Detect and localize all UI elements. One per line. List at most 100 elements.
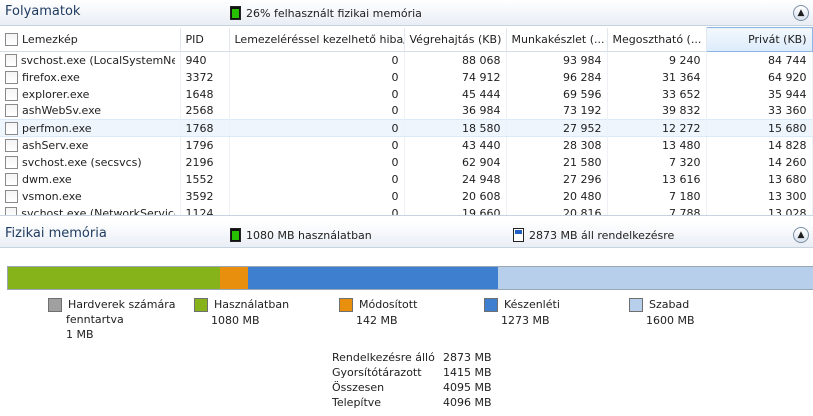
private-cell: 84 744: [706, 51, 813, 69]
shareable-cell: 39 832: [607, 102, 707, 120]
column-header-working-set[interactable]: Munkakészlet (...: [506, 27, 608, 52]
table-row[interactable]: svchost.exe (NetworkService) 1124 0 19 660 2…: [0, 204, 813, 215]
memory-section-title: Fizikai memória: [5, 226, 107, 241]
working-set-cell: 96 284: [506, 68, 608, 86]
commit-cell: 43 440: [404, 136, 507, 154]
table-row[interactable]: svchost.exe (LocalSystemNet... 940088 068…: [0, 51, 813, 69]
hard-faults-cell: 0: [229, 204, 405, 215]
pid-cell: 1648: [180, 85, 230, 103]
row-checkbox[interactable]: [5, 70, 18, 84]
memory-usage-text: 26% felhasznált fizikai memória: [246, 6, 422, 20]
process-table: Lemezkép PID Lemezeléréssel kezelhető hi…: [0, 27, 813, 216]
commit-cell: 24 948: [404, 170, 507, 188]
shareable-cell: 12 272: [607, 119, 707, 137]
table-row[interactable]: ashServ.exe 1796 0 43 440 28 308 13 480 14 828: [0, 136, 813, 154]
column-header-pid[interactable]: PID: [180, 27, 230, 52]
process-name-cell: perfmon.exe: [0, 119, 181, 137]
summary-label: Gyorsítótárazott: [332, 366, 422, 379]
memory-bar-segment-in-use: [8, 267, 221, 289]
column-header-private[interactable]: Privát (KB): [705, 27, 813, 52]
legend-reserved-label-line1: Hardverek számára: [68, 298, 176, 311]
memory-summary: Rendelkezésre álló 2873 MB Gyorsítótárazot…: [332, 350, 492, 410]
table-row[interactable]: ashWebSv.exe 2568 0 36 984 73 192 39 832 33 36…: [0, 102, 813, 120]
pid-cell: 2196: [180, 153, 230, 171]
row-checkbox[interactable]: [5, 87, 18, 101]
process-name: ashServ.exe: [22, 138, 89, 152]
legend-reserved-value: 1 MB: [66, 328, 94, 341]
pid-cell: 3592: [180, 187, 230, 205]
summary-label: Rendelkezésre álló: [332, 351, 435, 364]
legend-standby-swatch: [484, 298, 498, 312]
collapse-processes-button[interactable]: ▲: [793, 5, 809, 21]
pid-cell: 2568: [180, 102, 230, 120]
row-checkbox[interactable]: [5, 155, 18, 169]
shareable-cell: 7 180: [607, 187, 707, 205]
legend-modified-value: 142 MB: [356, 314, 398, 327]
legend-reserved-swatch: [48, 298, 62, 312]
hard-faults-cell: 0: [229, 68, 405, 86]
legend-modified-label: Módosított: [359, 298, 418, 311]
column-header-image-name[interactable]: Lemezkép: [0, 27, 181, 52]
table-row[interactable]: firefox.exe 3372 0 74 912 96 284 31 364 64 920: [0, 68, 813, 86]
table-row[interactable]: perfmon.exe 1768 0 18 580 27 952 12 272 15 680: [0, 119, 813, 137]
legend-reserved-label-line2: fenntartva: [66, 313, 124, 326]
table-row[interactable]: vsmon.exe 3592 0 20 608 20 480 7 180 13 300: [0, 187, 813, 205]
table-row[interactable]: svchost.exe (secsvcs) 2196 0 62 904 21 580 7 …: [0, 153, 813, 171]
column-header-hard-faults[interactable]: Lemezeléréssel kezelhető hiba/s: [229, 27, 405, 52]
shareable-cell: 13 616: [607, 170, 707, 188]
row-checkbox[interactable]: [5, 172, 18, 186]
private-cell: 13 300: [706, 187, 813, 205]
private-cell: 33 360: [706, 102, 813, 120]
hard-faults-cell: 0: [229, 119, 405, 137]
memory-usage-icon: [230, 6, 241, 20]
row-checkbox[interactable]: [5, 189, 18, 203]
row-checkbox[interactable]: [5, 104, 18, 118]
summary-value: 2873 MB: [443, 351, 492, 364]
memory-usage-bar: [7, 266, 813, 290]
memory-in-use-text: 1080 MB használatban: [246, 228, 372, 242]
row-checkbox[interactable]: [5, 121, 18, 135]
legend-free-label: Szabad: [649, 298, 690, 311]
legend-standby-value: 1273 MB: [501, 314, 550, 327]
private-cell: 13 680: [706, 170, 813, 188]
commit-cell: 88 068: [404, 51, 507, 69]
pid-cell: 1552: [180, 170, 230, 188]
memory-bar-segment-standby: [248, 267, 499, 289]
table-row[interactable]: dwm.exe 1552 0 24 948 27 296 13 616 13 680: [0, 170, 813, 188]
commit-cell: 20 608: [404, 187, 507, 205]
hard-faults-cell: 0: [229, 85, 405, 103]
legend-free-swatch: [629, 298, 643, 312]
commit-cell: 18 580: [404, 119, 507, 137]
private-cell: 14 260: [706, 153, 813, 171]
process-name: dwm.exe: [22, 172, 72, 186]
collapse-memory-button[interactable]: ▲: [793, 227, 809, 243]
summary-value: 4095 MB: [443, 381, 492, 394]
table-row[interactable]: explorer.exe 1648 0 45 444 69 596 33 652 35 94…: [0, 85, 813, 103]
summary-label: Telepítve: [332, 396, 382, 409]
memory-available-text: 2873 MB áll rendelkezésre: [529, 228, 675, 242]
process-name-cell: svchost.exe (secsvcs): [0, 153, 181, 171]
row-checkbox[interactable]: [5, 138, 18, 152]
hard-faults-cell: 0: [229, 170, 405, 188]
summary-value: 4096 MB: [443, 396, 492, 409]
row-checkbox[interactable]: [5, 53, 17, 67]
working-set-cell: 21 580: [506, 153, 608, 171]
pid-cell: 1768: [180, 119, 230, 137]
process-name: svchost.exe (secsvcs): [22, 155, 142, 169]
memory-bar-segment-free: [498, 267, 813, 289]
row-checkbox[interactable]: [5, 206, 18, 215]
column-header-shareable[interactable]: Megosztható (...: [607, 27, 707, 52]
private-cell: 35 944: [706, 85, 813, 103]
hard-faults-cell: 0: [229, 187, 405, 205]
memory-section-header[interactable]: Fizikai memória 1080 MB használatban 287…: [0, 222, 813, 248]
process-name: explorer.exe: [22, 87, 90, 101]
memory-bar-segment-modified: [220, 267, 249, 289]
column-header-commit[interactable]: Végrehajtás (KB): [404, 27, 507, 52]
shareable-cell: 7 788: [607, 204, 707, 215]
process-name-cell: svchost.exe (LocalSystemNet...: [0, 51, 181, 69]
shareable-cell: 9 240: [607, 51, 707, 69]
select-all-checkbox[interactable]: [5, 32, 18, 46]
processes-section-header[interactable]: Folyamatok 26% felhasznált fizikai memór…: [0, 0, 813, 26]
process-name-cell: ashServ.exe: [0, 136, 181, 154]
table-header-row: Lemezkép PID Lemezeléréssel kezelhető hi…: [0, 27, 813, 52]
